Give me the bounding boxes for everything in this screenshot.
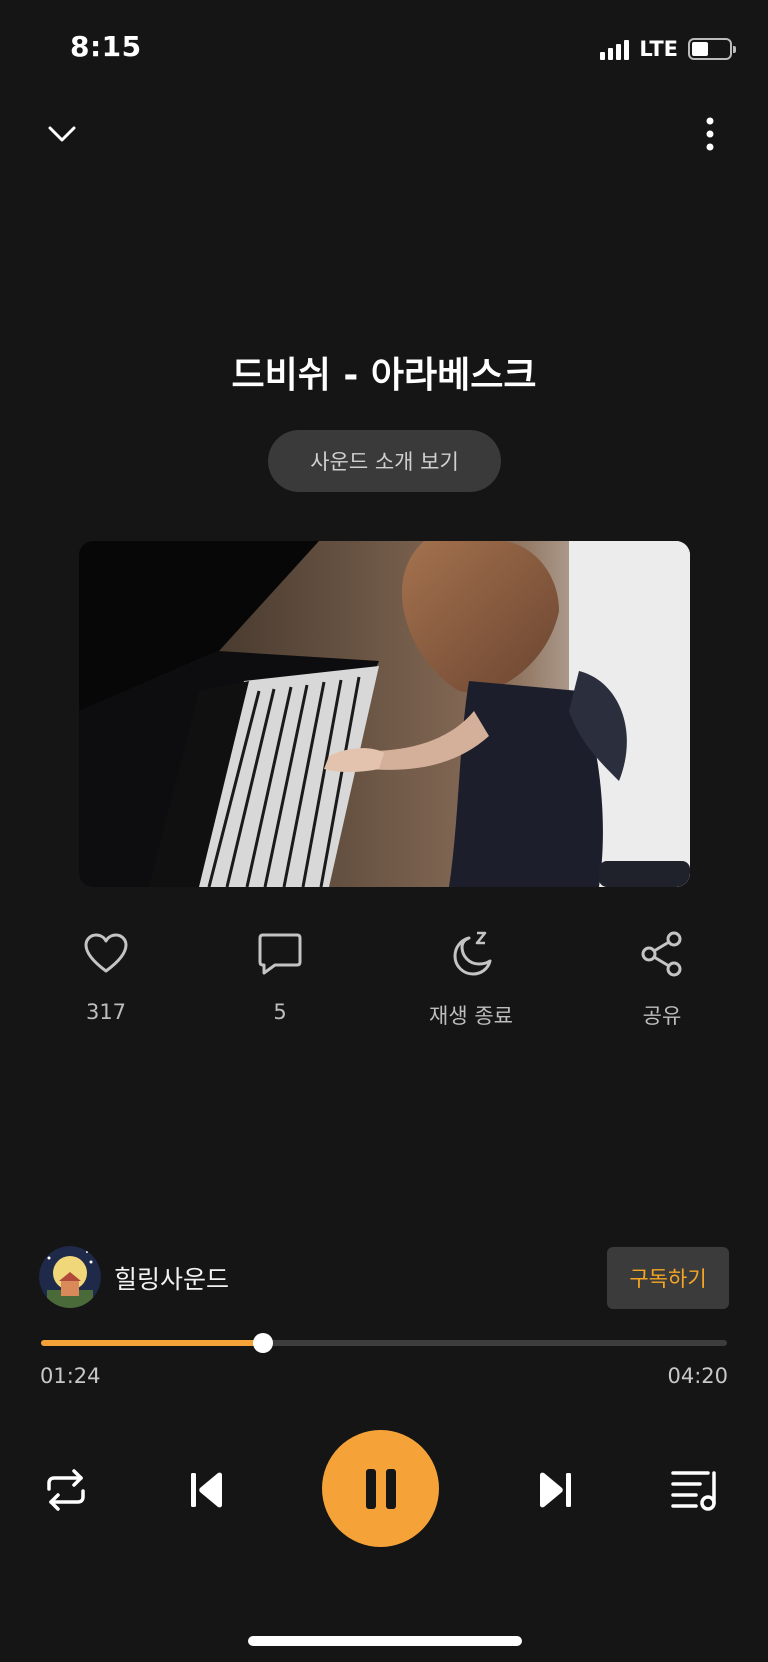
channel-name[interactable]: 힐링사운드 <box>114 1260 229 1296</box>
battery-icon <box>688 38 736 60</box>
total-duration: 04:20 <box>667 1364 728 1388</box>
skip-forward-icon[interactable] <box>530 1466 578 1514</box>
comment-icon <box>210 928 350 980</box>
share-action[interactable]: 공유 <box>592 928 732 1030</box>
like-count: 317 <box>85 1000 127 1024</box>
sound-intro-button[interactable]: 사운드 소개 보기 <box>268 430 501 492</box>
comment-action[interactable]: 5 <box>210 928 350 1024</box>
network-label: LTE <box>639 37 678 61</box>
playlist-icon[interactable] <box>668 1464 724 1516</box>
status-icons: LTE <box>600 36 736 62</box>
repeat-icon[interactable] <box>40 1464 92 1516</box>
like-action[interactable]: 317 <box>36 928 176 1024</box>
chevron-down-icon[interactable] <box>40 112 84 156</box>
skip-back-icon[interactable] <box>184 1466 232 1514</box>
signal-icon <box>600 38 630 60</box>
sleep-timer-action[interactable]: 재생 종료 <box>401 928 541 1030</box>
heart-icon <box>36 928 176 980</box>
avatar[interactable] <box>39 1246 101 1308</box>
sleep-timer-label: 재생 종료 <box>429 1004 513 1028</box>
pause-button[interactable] <box>322 1430 439 1547</box>
player-screen: 8:15 LTE 드비쉬 - 아라베스크 사운드 소개 보기 317 5 재생 … <box>0 0 768 1662</box>
elapsed-time: 01:24 <box>40 1364 101 1388</box>
share-icon <box>592 928 732 980</box>
comment-count: 5 <box>273 1000 287 1024</box>
progress-handle[interactable] <box>252 1333 273 1353</box>
video-artwork[interactable] <box>79 541 690 887</box>
subscribe-button[interactable]: 구독하기 <box>607 1247 729 1309</box>
progress-played <box>41 1340 263 1346</box>
pause-icon <box>365 1468 396 1509</box>
progress-bar[interactable] <box>41 1333 727 1353</box>
sleep-timer-icon <box>401 928 541 980</box>
status-time: 8:15 <box>70 30 142 63</box>
home-indicator[interactable] <box>248 1636 522 1646</box>
share-label: 공유 <box>642 1004 682 1028</box>
song-title: 드비쉬 - 아라베스크 <box>231 355 537 396</box>
more-vertical-icon[interactable] <box>688 112 732 156</box>
